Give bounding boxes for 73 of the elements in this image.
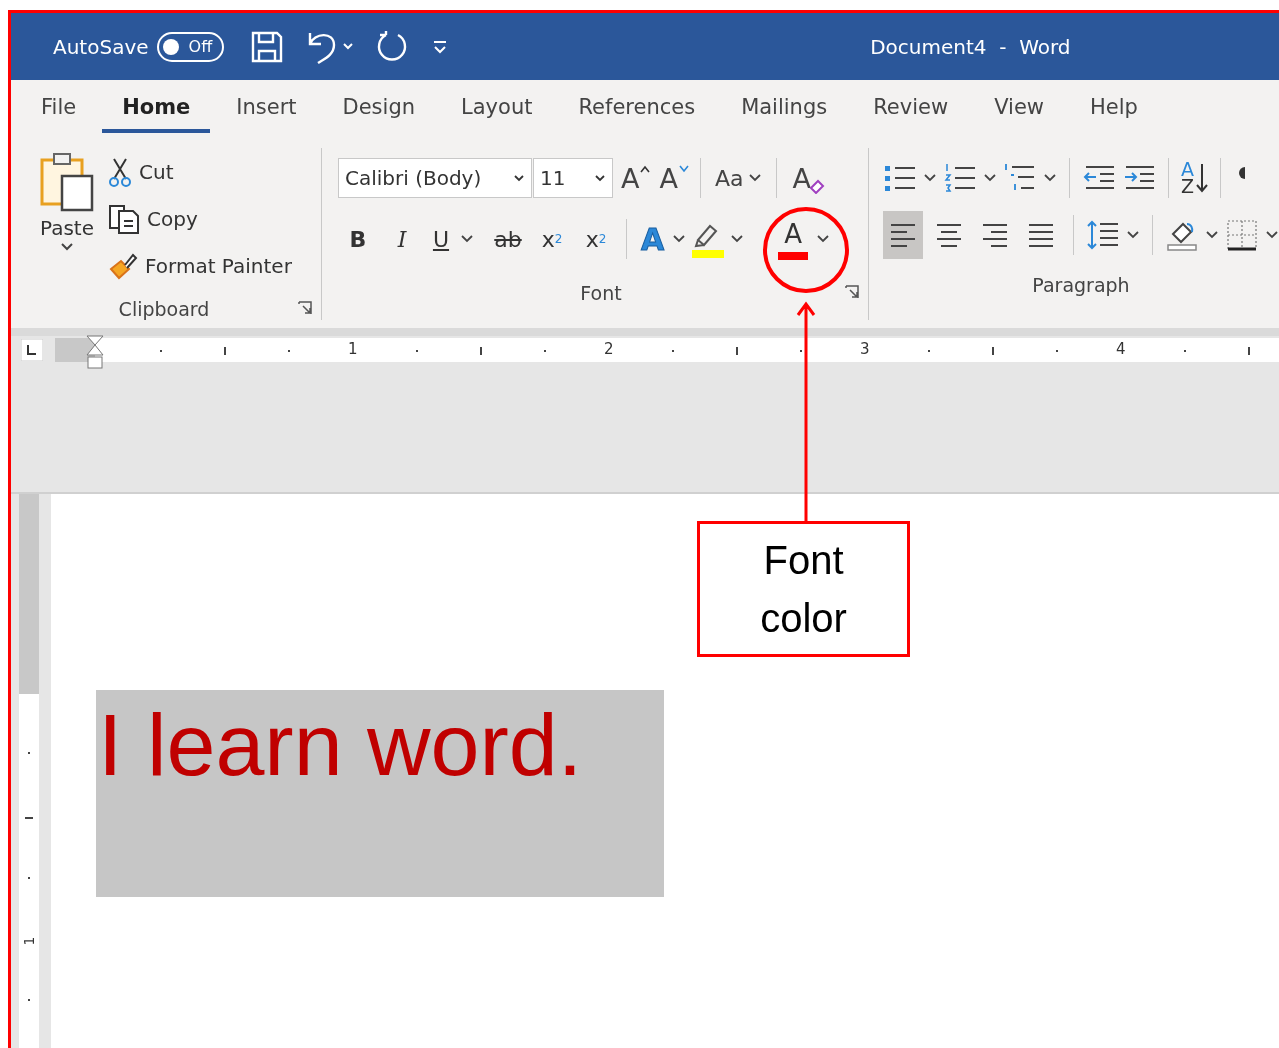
ribbon-tab[interactable]: Mailings [721,87,848,133]
ruler-number: 3 [860,340,870,358]
window-title: Document4 - Word [870,34,1071,59]
group-label: Paragraph [1032,274,1130,296]
ribbon-tab[interactable]: View [974,87,1064,133]
dialog-launcher-icon[interactable] [297,300,313,316]
dialog-launcher-icon[interactable] [844,284,860,300]
ribbon-tab[interactable]: Home [102,87,211,133]
ruler-number: 1 [348,340,358,358]
chevron-icon[interactable] [1265,230,1279,240]
ruler-number: 4 [1116,340,1126,358]
save-icon[interactable] [250,29,285,64]
paintbrush-icon [107,251,139,281]
chevron-icon[interactable] [672,234,687,244]
chevron-icon[interactable] [923,173,937,183]
line-spacing-icon[interactable] [1086,219,1120,251]
borders-icon[interactable] [1225,218,1259,252]
copy-icon [107,203,141,235]
underline-button[interactable]: U [426,224,456,254]
autosave-toggle[interactable]: Off [156,31,225,62]
bold-button[interactable]: B [338,224,378,254]
strikethrough-button[interactable]: ab [488,224,528,254]
grow-font-button[interactable]: A [617,160,652,196]
autosave-label: AutoSave [53,34,149,59]
ribbon-tab[interactable]: References [558,87,716,133]
callout-label: Font color [697,521,910,657]
chevron-icon[interactable] [730,234,745,244]
ribbon-tab[interactable]: File [21,87,97,133]
paste-button[interactable]: Paste [33,150,101,290]
ribbon-tab[interactable]: Insert [216,87,317,133]
chevron-icon [747,173,762,183]
clipboard-icon [38,150,96,214]
align-center-icon [935,221,963,249]
clear-formatting-button[interactable]: A [788,160,823,196]
change-case-button[interactable]: Aa [710,163,766,193]
ribbon-tab[interactable]: Review [853,87,969,133]
align-left-button[interactable] [883,211,923,259]
font-size-dropdown[interactable]: 11 [533,158,613,198]
ribbon-tab[interactable]: Help [1070,87,1158,133]
chevron-icon[interactable] [1043,173,1057,183]
sort-button[interactable]: A Z [1181,161,1209,195]
down-arrow-icon [1196,162,1209,194]
align-left-icon [889,221,917,249]
font-name-dropdown[interactable]: Calibri (Body) [338,158,532,198]
chevron-icon [60,242,74,252]
justify-icon [1027,221,1055,249]
chevron-icon[interactable] [1205,230,1219,240]
group-label: Font [580,282,622,304]
caret-up-icon [640,164,651,173]
format-painter-button[interactable]: Format Painter [107,244,292,288]
chevron-icon[interactable] [816,234,831,244]
chevron-icon[interactable] [460,234,474,244]
ruler-number: 2 [604,340,614,358]
align-right-icon [981,221,1009,249]
chevron-icon[interactable] [1126,230,1140,240]
chevron-icon [513,174,525,182]
copy-button[interactable]: Copy [107,197,292,241]
numbering-icon[interactable] [943,162,977,194]
chevron-icon[interactable] [983,173,997,183]
group-label: Clipboard [118,298,210,320]
cut-button[interactable]: Cut [107,150,292,194]
shrink-font-button[interactable]: A [655,160,690,196]
document-text: I learn word. [96,690,664,897]
scissors-icon [107,157,133,187]
eraser-icon [809,177,825,194]
ruler-number: 1 [21,936,37,946]
chevron-icon [594,174,606,182]
superscript-button[interactable]: x$^{2}$ [576,224,616,254]
ribbon-tab[interactable]: Layout [441,87,553,133]
ribbon-tab[interactable]: Design [322,87,436,133]
tab-selector-icon[interactable] [21,339,43,361]
caret-down-icon [678,164,689,173]
italic-button[interactable]: I [382,224,422,254]
